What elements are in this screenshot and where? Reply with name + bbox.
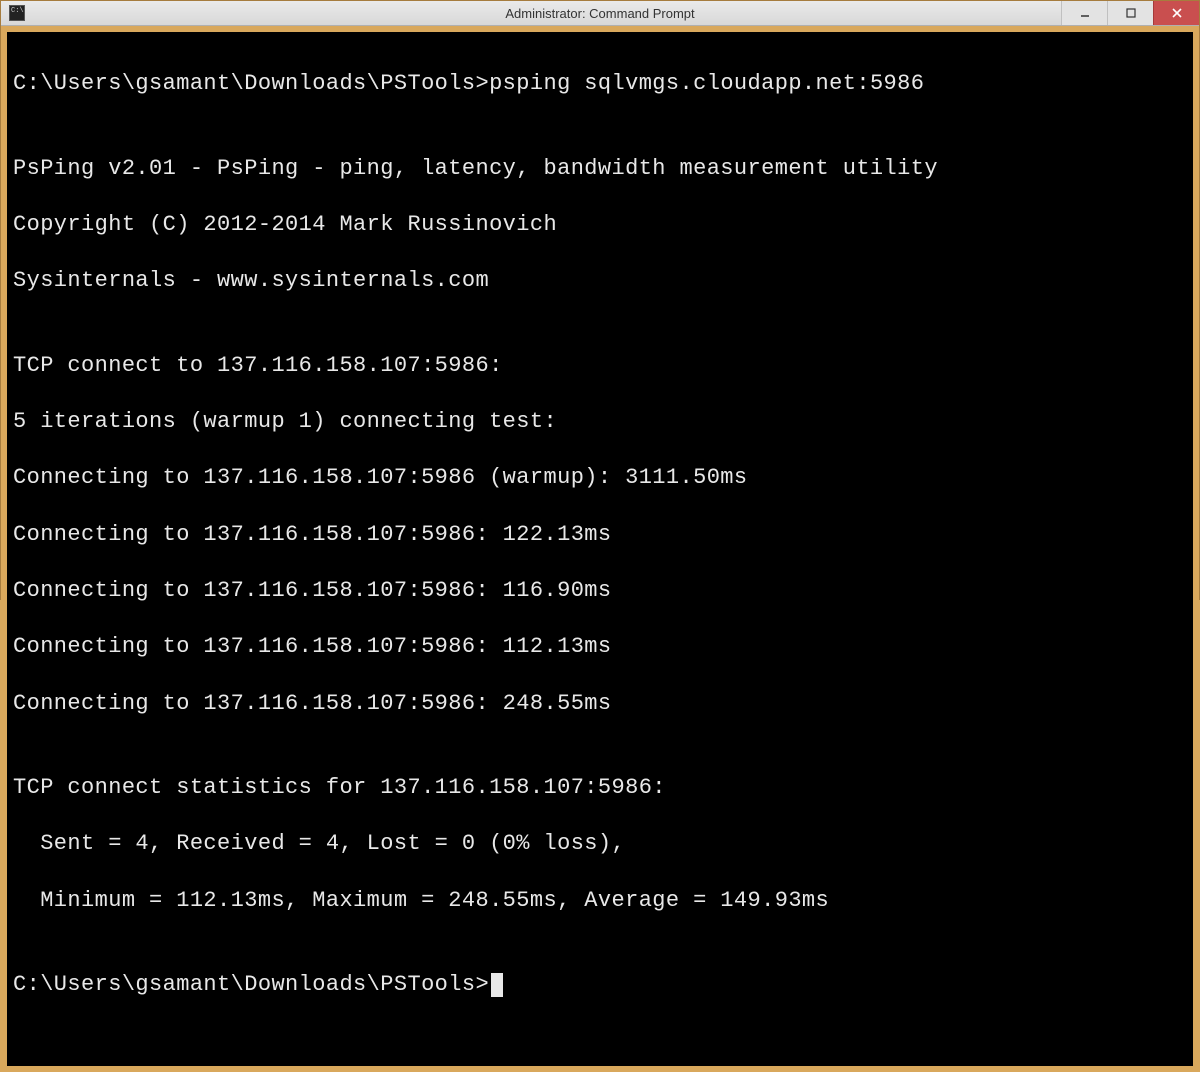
window-controls	[1061, 1, 1199, 25]
terminal-line: Connecting to 137.116.158.107:5986: 248.…	[13, 690, 1187, 718]
terminal-line: C:\Users\gsamant\Downloads\PSTools>	[13, 971, 1187, 999]
terminal-border: C:\Users\gsamant\Downloads\PSTools>pspin…	[1, 26, 1199, 1072]
terminal-line: Sysinternals - www.sysinternals.com	[13, 267, 1187, 295]
close-button[interactable]	[1153, 1, 1199, 25]
terminal-line: TCP connect to 137.116.158.107:5986:	[13, 352, 1187, 380]
terminal-line: PsPing v2.01 - PsPing - ping, latency, b…	[13, 155, 1187, 183]
maximize-button[interactable]	[1107, 1, 1153, 25]
minimize-button[interactable]	[1061, 1, 1107, 25]
terminal-line: Connecting to 137.116.158.107:5986 (warm…	[13, 464, 1187, 492]
maximize-icon	[1126, 8, 1136, 18]
terminal-line: Connecting to 137.116.158.107:5986: 122.…	[13, 521, 1187, 549]
prompt: C:\Users\gsamant\Downloads\PSTools>	[13, 972, 489, 997]
terminal-line: C:\Users\gsamant\Downloads\PSTools>pspin…	[13, 70, 1187, 98]
terminal-line: TCP connect statistics for 137.116.158.1…	[13, 774, 1187, 802]
cursor	[491, 973, 503, 997]
cmd-icon	[9, 5, 25, 21]
terminal-line: Connecting to 137.116.158.107:5986: 116.…	[13, 577, 1187, 605]
minimize-icon	[1080, 8, 1090, 18]
prompt: C:\Users\gsamant\Downloads\PSTools>	[13, 71, 489, 96]
terminal[interactable]: C:\Users\gsamant\Downloads\PSTools>pspin…	[7, 32, 1193, 1066]
command-prompt-window: Administrator: Command Prompt C:\Users	[0, 0, 1200, 600]
titlebar[interactable]: Administrator: Command Prompt	[1, 1, 1199, 26]
terminal-line: 5 iterations (warmup 1) connecting test:	[13, 408, 1187, 436]
terminal-line: Minimum = 112.13ms, Maximum = 248.55ms, …	[13, 887, 1187, 915]
close-icon	[1171, 7, 1183, 19]
window-title: Administrator: Command Prompt	[505, 6, 694, 21]
terminal-line: Copyright (C) 2012-2014 Mark Russinovich	[13, 211, 1187, 239]
command: psping sqlvmgs.cloudapp.net:5986	[489, 71, 924, 96]
terminal-line: Connecting to 137.116.158.107:5986: 112.…	[13, 633, 1187, 661]
terminal-line: Sent = 4, Received = 4, Lost = 0 (0% los…	[13, 830, 1187, 858]
